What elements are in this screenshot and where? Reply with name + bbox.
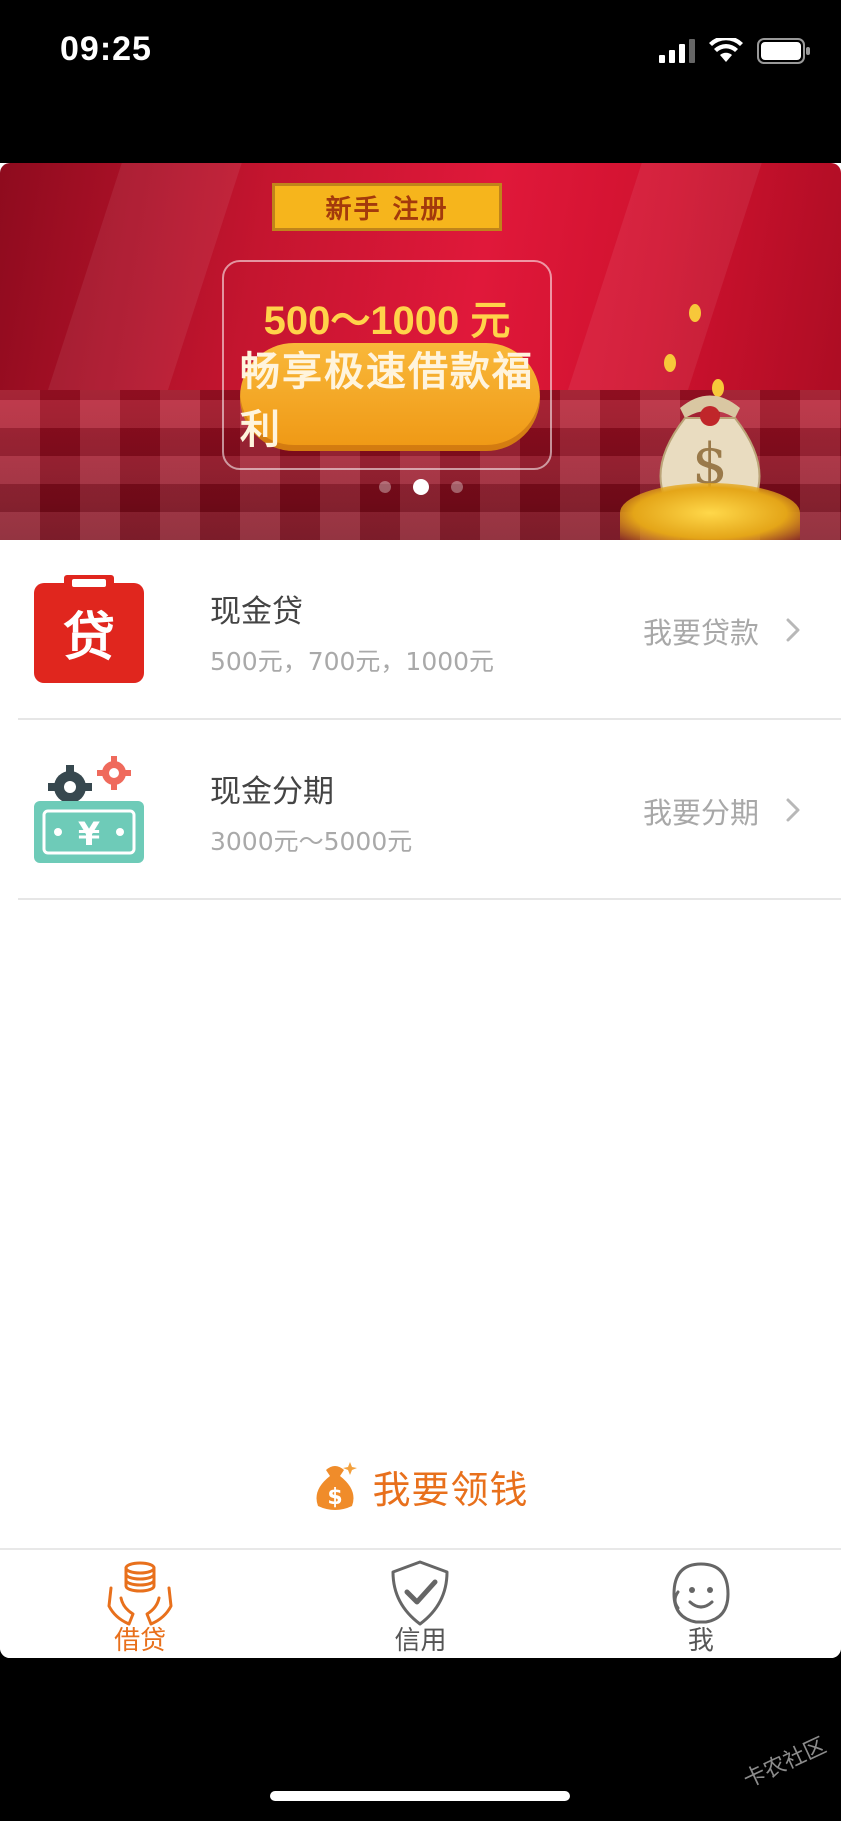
product-subtitle: 500元，700元，1000元 (210, 647, 495, 676)
banner-pagination[interactable] (0, 479, 841, 495)
banner-dot-3[interactable] (450, 481, 463, 493)
battery-icon (757, 38, 810, 64)
promo-banner[interactable]: 新手 注册 500～1000 元 畅享极速借款福利 $ (0, 163, 841, 540)
loan-icon: 贷 (34, 575, 144, 683)
chevron-right-icon (786, 618, 800, 642)
svg-text:贷: 贷 (63, 608, 115, 668)
tab-loan[interactable]: 借贷 (0, 1550, 280, 1658)
tab-label: 我 (687, 1626, 714, 1656)
hands-coins-icon (107, 1561, 173, 1626)
get-money-label: 我要领钱 (372, 1467, 529, 1512)
chevron-right-icon (786, 798, 800, 822)
svg-text:$: $ (328, 1485, 343, 1510)
banner-dot-1[interactable] (378, 481, 391, 493)
tab-bar: 借贷 信用 我 (0, 1548, 841, 1658)
apply-loan-link[interactable]: 我要贷款 (643, 610, 759, 652)
wifi-icon (709, 38, 743, 62)
tab-me[interactable]: 我 (561, 1550, 841, 1658)
banner-amount: 500～1000 元 (263, 299, 511, 343)
product-row-cash-loan[interactable]: 贷 现金贷 500元，700元，1000元 我要贷款 (18, 540, 841, 720)
banner-dot-2[interactable] (412, 479, 429, 495)
top-spacer (0, 110, 841, 163)
get-money-button[interactable]: $ 我要领钱 (0, 1455, 841, 1517)
tab-credit[interactable]: 信用 (280, 1550, 560, 1658)
banner-promo-pill: 畅享极速借款福利 (240, 343, 540, 453)
signal-icon (659, 39, 695, 63)
apply-installment-link[interactable]: 我要分期 (643, 790, 759, 832)
watermark: 卡农社区 (739, 1733, 831, 1794)
shield-check-icon (391, 1560, 449, 1626)
home-indicator[interactable] (270, 1791, 570, 1801)
smiley-face-icon (672, 1562, 730, 1624)
tab-label: 借贷 (114, 1626, 167, 1656)
status-icons (659, 36, 811, 66)
product-list: 贷 现金贷 500元，700元，1000元 我要贷款 ¥ 现金分期 3000元～… (0, 540, 841, 900)
product-subtitle: 3000元～5000元 (210, 827, 413, 856)
product-title: 现金分期 (210, 774, 334, 810)
status-bar: 09:25 (0, 0, 841, 110)
app-screen: 新手 注册 500～1000 元 畅享极速借款福利 $ 贷 现金贷 500元，7… (0, 163, 841, 1658)
svg-text:¥: ¥ (78, 815, 100, 853)
status-time: 09:25 (60, 30, 152, 68)
tab-label: 信用 (394, 1626, 447, 1656)
installment-icon: ¥ (34, 756, 144, 863)
product-row-installment[interactable]: ¥ 现金分期 3000元～5000元 我要分期 (18, 720, 841, 900)
money-bag-icon: $ (316, 1462, 358, 1510)
banner-badge: 新手 注册 (272, 183, 502, 231)
product-title: 现金贷 (210, 594, 303, 630)
